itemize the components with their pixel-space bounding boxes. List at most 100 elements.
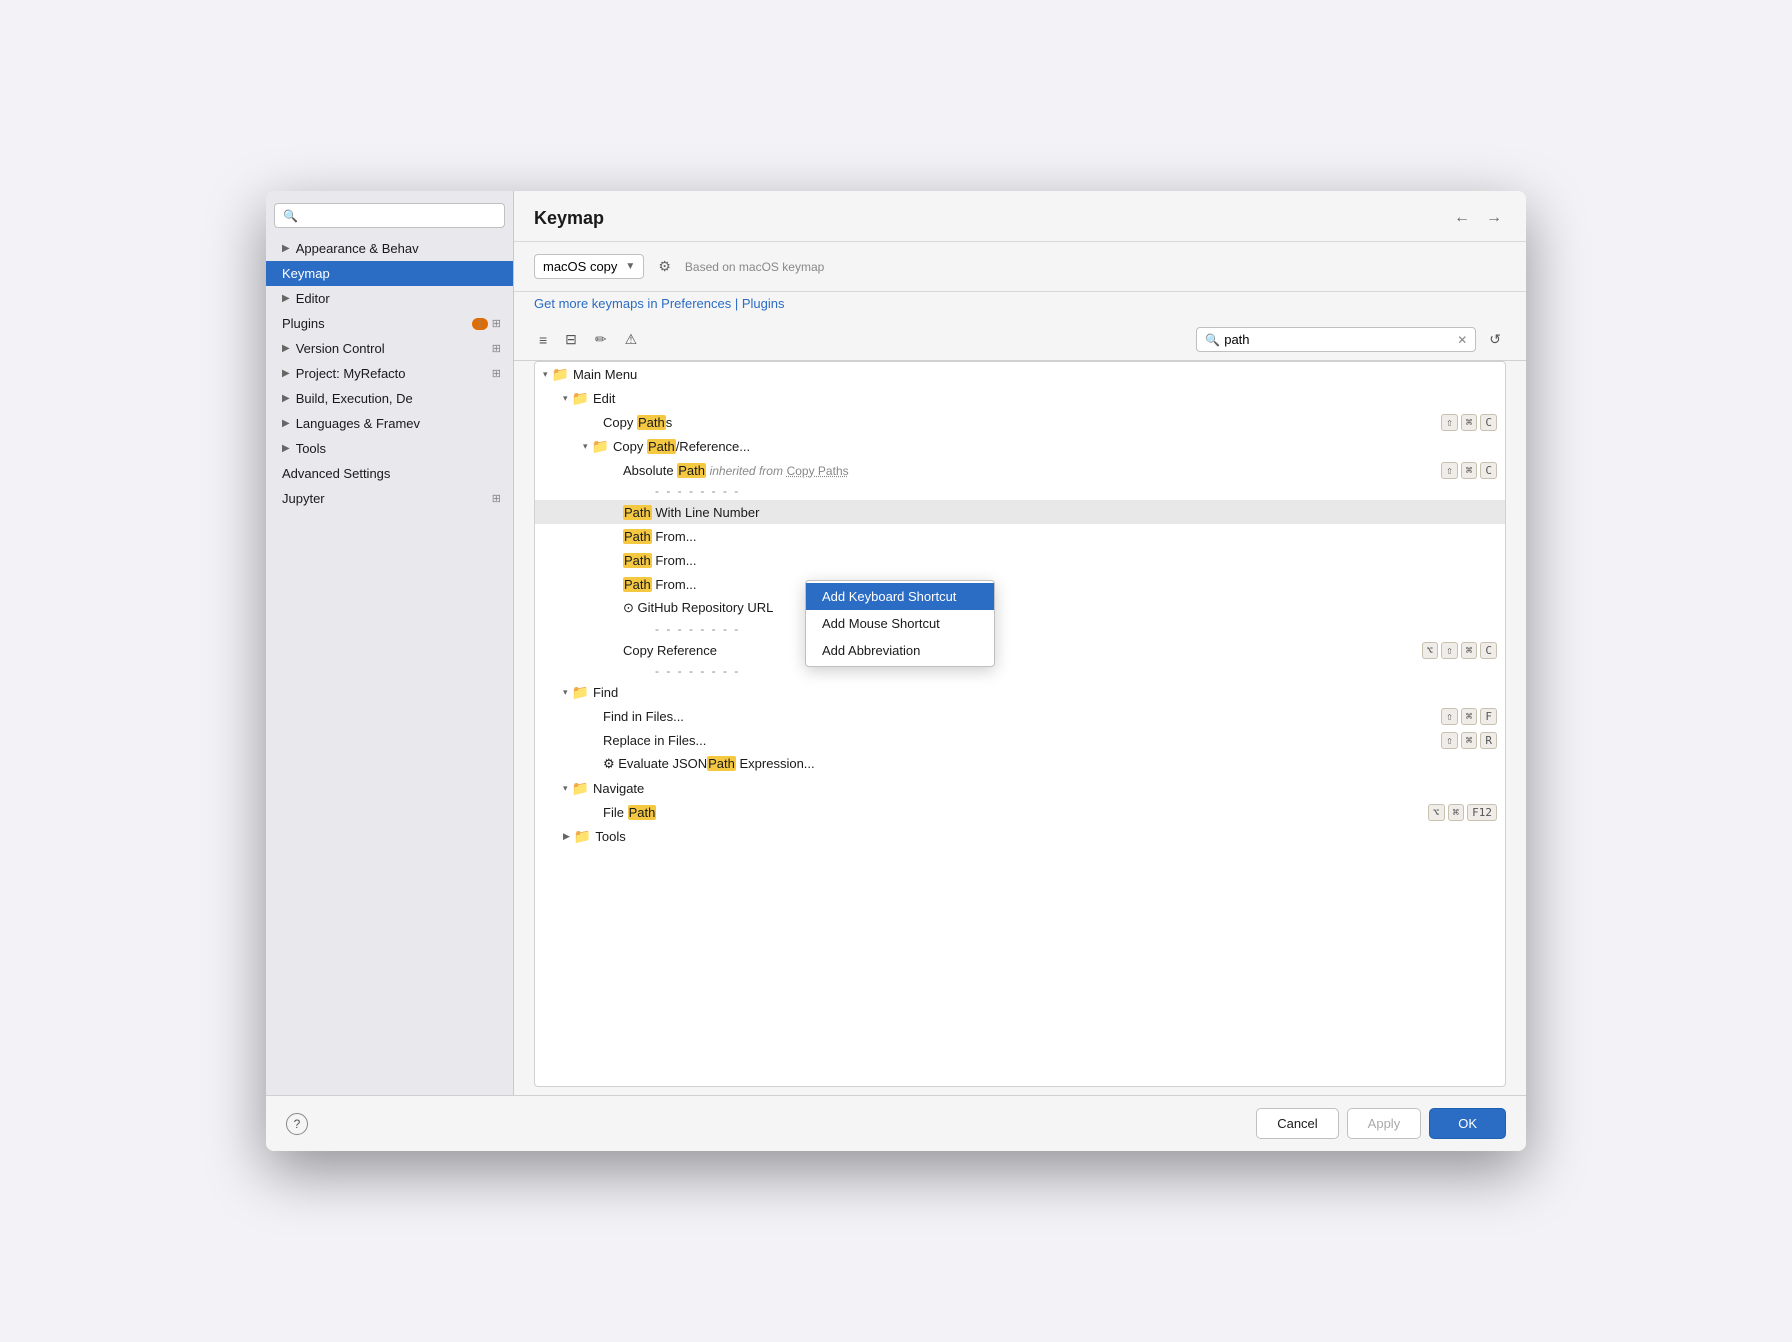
tree-row[interactable]: ▾ 📁 Main Menu (535, 362, 1505, 386)
tree-row[interactable]: File Path ⌥ ⌘ F12 (535, 800, 1505, 824)
tree-node-label: File Path (603, 805, 1428, 820)
chevron-down-icon[interactable]: ▾ (563, 393, 568, 404)
sidebar-item-label: Languages & Framev (296, 416, 420, 431)
chevron-down-icon[interactable]: ▾ (563, 783, 568, 794)
tree-node-label: Find in Files... (603, 709, 1441, 724)
tree-row[interactable]: ▾ 📁 Copy Path/Reference... (535, 434, 1505, 458)
tree-shortcut: ⇧ ⌘ C (1441, 462, 1497, 479)
edit-shortcut-button[interactable]: ✏ (590, 328, 612, 351)
sidebar-item-version-control[interactable]: ▶ Version Control ⊞ (266, 336, 513, 361)
keyboard-shortcut-key: C (1480, 462, 1497, 479)
copy-paths-link[interactable]: Copy Paths (787, 464, 849, 478)
forward-button[interactable]: → (1482, 207, 1506, 229)
sidebar-item-label: Appearance & Behav (296, 241, 419, 256)
settings-dialog: 🔍 ▶ Appearance & Behav Keymap ▶ Editor P… (266, 191, 1526, 1151)
sidebar-item-appearance[interactable]: ▶ Appearance & Behav (266, 236, 513, 261)
tree-shortcut: ⇧ ⌘ R (1441, 732, 1497, 749)
add-abbreviation-menuitem[interactable]: Add Abbreviation (806, 637, 994, 664)
keyboard-shortcut-key: ⇧ (1441, 462, 1458, 479)
sidebar-item-build[interactable]: ▶ Build, Execution, De (266, 386, 513, 411)
cancel-button[interactable]: Cancel (1256, 1108, 1338, 1139)
sidebar-item-editor[interactable]: ▶ Editor (266, 286, 513, 311)
tree-row[interactable]: ▾ 📁 Navigate (535, 776, 1505, 800)
tree-node-label: Tools (595, 829, 1497, 844)
keyboard-shortcut-key: C (1480, 642, 1497, 659)
tree-row[interactable]: ⊙ GitHub Repository URL (535, 596, 1505, 620)
keymap-dropdown[interactable]: macOS copy ▼ (534, 254, 644, 279)
chevron-down-icon[interactable]: ▾ (563, 687, 568, 698)
sidebar-item-languages[interactable]: ▶ Languages & Framev (266, 411, 513, 436)
sidebar-item-tools[interactable]: ▶ Tools (266, 436, 513, 461)
tree-row[interactable]: Path From... (535, 524, 1505, 548)
apply-button[interactable]: Apply (1347, 1108, 1422, 1139)
search-highlight: Path (623, 529, 652, 544)
add-mouse-shortcut-menuitem[interactable]: Add Mouse Shortcut (806, 610, 994, 637)
tree-row[interactable]: Path From... (535, 572, 1505, 596)
dropdown-arrow-icon: ▼ (625, 261, 635, 272)
tree-row[interactable]: ▾ 📁 Find (535, 680, 1505, 704)
search-highlight: Path (707, 756, 736, 771)
sidebar-item-label: Jupyter (282, 491, 325, 506)
help-button[interactable]: ? (286, 1113, 308, 1135)
chevron-down-icon[interactable]: ▾ (583, 441, 588, 452)
search-icon: 🔍 (1205, 333, 1220, 347)
dialog-body: 🔍 ▶ Appearance & Behav Keymap ▶ Editor P… (266, 191, 1526, 1095)
search-clear-button[interactable]: ✕ (1457, 333, 1467, 347)
sidebar-item-keymap[interactable]: Keymap (266, 261, 513, 286)
back-button[interactable]: ← (1450, 207, 1474, 229)
search-highlight: Path (637, 415, 666, 430)
sidebar: 🔍 ▶ Appearance & Behav Keymap ▶ Editor P… (266, 191, 514, 1095)
folder-icon: 📁 (552, 366, 569, 383)
search-highlight: Path (623, 505, 652, 520)
tree-row[interactable]: Replace in Files... ⇧ ⌘ R (535, 728, 1505, 752)
tree-node-label: Path From... (623, 577, 1497, 592)
tree-row[interactable]: Absolute Path inherited from Copy Paths … (535, 458, 1505, 482)
tree-row[interactable]: Copy Paths ⇧ ⌘ C (535, 410, 1505, 434)
sidebar-item-plugins[interactable]: Plugins 1 ⊞ (266, 311, 513, 336)
tree-row[interactable]: Path With Line Number (535, 500, 1505, 524)
keymap-settings-button[interactable]: ⚙ (654, 254, 675, 279)
context-menu: Add Keyboard Shortcut Add Mouse Shortcut… (805, 580, 995, 667)
sidebar-search-input[interactable] (302, 208, 496, 223)
sidebar-item-project[interactable]: ▶ Project: MyRefacto ⊞ (266, 361, 513, 386)
search-highlight: Path (623, 577, 652, 592)
jupyter-icon: ⊞ (492, 492, 501, 505)
tree-row[interactable]: ▾ 📁 Edit (535, 386, 1505, 410)
tree-row[interactable]: ⚙ Evaluate JSONPath Expression... (535, 752, 1505, 776)
tree-row[interactable]: Find in Files... ⇧ ⌘ F (535, 704, 1505, 728)
sidebar-item-advanced[interactable]: Advanced Settings (266, 461, 513, 486)
keyboard-shortcut-key: ⌘ (1461, 708, 1478, 725)
keyboard-shortcut-key: F (1480, 708, 1497, 725)
chevron-right-icon: ▶ (282, 293, 290, 304)
chevron-right-icon: ▶ (282, 418, 290, 429)
tree-row[interactable]: Path From... (535, 548, 1505, 572)
chevron-down-icon[interactable]: ▾ (543, 369, 548, 380)
keyboard-shortcut-key: ⇧ (1441, 414, 1458, 431)
expand-all-button[interactable]: ≡ (534, 329, 552, 351)
keymap-search-input[interactable] (1224, 332, 1453, 347)
sidebar-item-label: Tools (296, 441, 326, 456)
tree-row[interactable]: ▶ 📁 Tools (535, 824, 1505, 848)
tree-node-label: Path From... (623, 553, 1497, 568)
sidebar-item-jupyter[interactable]: Jupyter ⊞ (266, 486, 513, 511)
search-highlight: Path (677, 463, 706, 478)
tree-shortcut: ⇧ ⌘ C (1441, 414, 1497, 431)
collapse-all-button[interactable]: ⊟ (560, 328, 582, 351)
search-highlight: Path (628, 805, 657, 820)
tree-node-label: Path From... (623, 529, 1497, 544)
tree-node-label: ⊙ GitHub Repository URL (623, 600, 1497, 616)
keyboard-shortcut-key: ⌥ (1428, 804, 1445, 821)
add-keyboard-shortcut-menuitem[interactable]: Add Keyboard Shortcut (806, 583, 994, 610)
get-more-keymaps-link[interactable]: Get more keymaps in Preferences | Plugin… (534, 296, 785, 311)
sidebar-search-box[interactable]: 🔍 (274, 203, 505, 228)
show-conflicts-button[interactable]: ⚠ (620, 328, 643, 351)
plugin-extra-icon: ⊞ (492, 317, 501, 330)
tree-row[interactable]: Copy Reference ⌥ ⇧ ⌘ C (535, 638, 1505, 662)
chevron-right-icon[interactable]: ▶ (563, 831, 570, 842)
restore-defaults-button[interactable]: ↺ (1484, 328, 1506, 351)
keymap-search-field[interactable]: 🔍 ✕ (1196, 327, 1476, 352)
keyboard-shortcut-key: ⌘ (1461, 414, 1478, 431)
tree-node-label: Path With Line Number (623, 505, 1497, 520)
ok-button[interactable]: OK (1429, 1108, 1506, 1139)
tree-node-label: Copy Paths (603, 415, 1441, 430)
